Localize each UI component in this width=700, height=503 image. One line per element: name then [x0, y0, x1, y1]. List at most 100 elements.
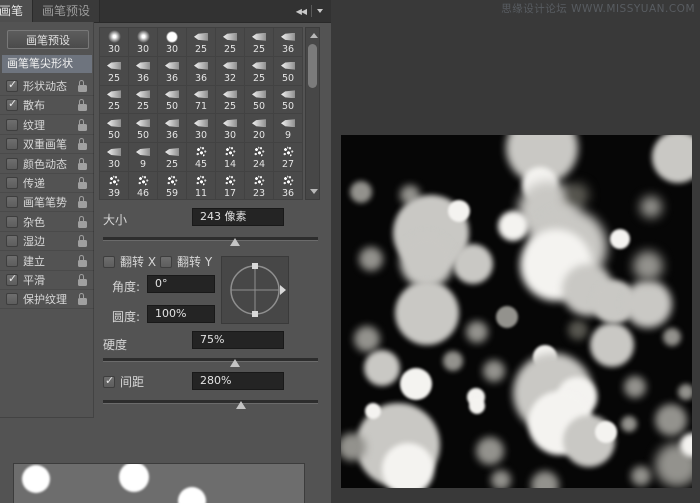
collapse-panel-icon[interactable]: ◀◀	[296, 7, 307, 16]
sidebar-item[interactable]: 湿边	[0, 232, 94, 252]
brush-presets-button[interactable]: 画笔预设	[7, 30, 89, 49]
sidebar-item[interactable]: 纹理	[0, 116, 94, 135]
spacing-slider[interactable]	[103, 397, 318, 409]
brush-tip-cell[interactable]: 25	[158, 143, 187, 172]
brush-tip-cell[interactable]: 36	[274, 28, 302, 57]
brush-tip-cell[interactable]: 14	[216, 143, 245, 172]
sidebar-item[interactable]: 传递	[0, 174, 94, 193]
brush-grid-scrollbar[interactable]	[305, 27, 320, 200]
sidebar-item[interactable]: 形状动态	[0, 77, 94, 96]
item-checkbox[interactable]	[6, 157, 18, 170]
spacing-checkbox[interactable]	[103, 374, 115, 388]
brush-tip-cell[interactable]: 50	[158, 85, 187, 115]
brush-tip-cell[interactable]: 36	[158, 56, 187, 86]
brush-tip-cell[interactable]: 50	[129, 114, 158, 144]
item-checkbox[interactable]	[6, 138, 18, 151]
spacing-slider-thumb[interactable]	[236, 401, 247, 409]
hardness-slider-thumb[interactable]	[230, 359, 241, 367]
brush-tip-cell[interactable]: 30	[216, 114, 245, 144]
hardness-value-field[interactable]: 75%	[192, 331, 284, 349]
hardness-slider[interactable]	[103, 355, 318, 367]
brush-tip-cell[interactable]: 25	[216, 28, 245, 57]
item-checkbox[interactable]	[6, 196, 18, 209]
flip-y-checkbox[interactable]	[160, 255, 172, 268]
lock-icon[interactable]	[78, 254, 87, 267]
brush-tip-cell[interactable]: 39	[100, 172, 129, 199]
sidebar-item-brush-tip-shape[interactable]: 画笔笔尖形状	[2, 55, 92, 73]
brush-tip-cell[interactable]: 46	[129, 172, 158, 199]
angle-value-field[interactable]: 0°	[147, 275, 215, 293]
brush-tip-cell[interactable]: 71	[187, 85, 216, 115]
item-checkbox[interactable]	[6, 78, 18, 92]
brush-tip-cell[interactable]: 23	[245, 172, 274, 199]
brush-tip-cell[interactable]: 30	[100, 28, 129, 57]
lock-icon[interactable]	[78, 215, 87, 228]
sidebar-item[interactable]: 颜色动态	[0, 155, 94, 174]
brush-tip-cell[interactable]: 25	[245, 56, 274, 86]
roundness-value-field[interactable]: 100%	[147, 305, 215, 323]
panel-menu-icon[interactable]	[317, 9, 325, 13]
size-slider[interactable]	[103, 234, 318, 246]
angle-roundness-dial[interactable]	[221, 256, 289, 324]
size-slider-thumb[interactable]	[230, 238, 241, 246]
brush-tip-cell[interactable]: 59	[158, 172, 187, 199]
brush-tip-cell[interactable]: 27	[274, 143, 302, 172]
lock-icon[interactable]	[78, 157, 87, 170]
brush-tip-cell[interactable]: 9	[274, 114, 302, 144]
item-checkbox[interactable]	[6, 272, 18, 286]
brush-tip-cell[interactable]: 17	[216, 172, 245, 199]
brush-tip-cell[interactable]: 25	[216, 85, 245, 115]
brush-tip-cell[interactable]: 45	[187, 143, 216, 172]
brush-tip-cell[interactable]: 25	[100, 56, 129, 86]
brush-tip-cell[interactable]: 36	[187, 56, 216, 86]
brush-tip-cell[interactable]: 20	[245, 114, 274, 144]
brush-tip-cell[interactable]: 25	[187, 28, 216, 57]
tab-brush-presets[interactable]: 画笔预设	[33, 0, 101, 22]
sidebar-item[interactable]: 散布	[0, 96, 94, 116]
sidebar-item[interactable]: 双重画笔	[0, 135, 94, 155]
lock-icon[interactable]	[78, 235, 87, 248]
brush-tip-cell[interactable]: 11	[187, 172, 216, 199]
brush-tip-cell[interactable]: 25	[129, 85, 158, 115]
brush-tip-cell[interactable]: 36	[274, 172, 302, 199]
item-checkbox[interactable]	[6, 235, 18, 248]
lock-icon[interactable]	[78, 293, 87, 306]
item-checkbox[interactable]	[6, 118, 18, 131]
brush-tip-cell[interactable]: 50	[274, 57, 302, 86]
lock-icon[interactable]	[78, 118, 87, 131]
sidebar-item[interactable]: 保护纹理	[0, 290, 94, 310]
item-checkbox[interactable]	[6, 177, 18, 189]
brush-tip-cell[interactable]: 24	[245, 143, 274, 172]
brush-tip-cell[interactable]: 50	[100, 114, 129, 144]
brush-tip-cell[interactable]: 25	[245, 28, 274, 57]
brush-tip-cell[interactable]: 50	[274, 86, 302, 115]
lock-icon[interactable]	[78, 138, 87, 151]
size-value-field[interactable]: 243 像素	[192, 208, 284, 226]
tab-brush[interactable]: 画笔	[0, 0, 34, 22]
brush-tip-cell[interactable]: 25	[100, 85, 129, 115]
lock-icon[interactable]	[78, 80, 87, 92]
brush-tip-cell[interactable]: 36	[158, 114, 187, 144]
sidebar-item[interactable]: 平滑	[0, 271, 94, 290]
brush-tip-cell[interactable]: 50	[245, 85, 274, 115]
lock-icon[interactable]	[78, 177, 87, 189]
item-checkbox[interactable]	[6, 293, 18, 306]
item-checkbox[interactable]	[6, 254, 18, 267]
brush-tip-cell[interactable]: 32	[216, 56, 245, 86]
brush-tip-cell[interactable]: 30	[187, 114, 216, 144]
item-checkbox[interactable]	[6, 97, 18, 112]
sidebar-item[interactable]: 杂色	[0, 213, 94, 232]
scroll-up-icon[interactable]	[309, 33, 318, 38]
spacing-value-field[interactable]: 280%	[192, 372, 284, 390]
brush-tip-cell[interactable]: 30	[158, 28, 187, 57]
item-checkbox[interactable]	[6, 215, 18, 228]
scroll-down-icon[interactable]	[309, 189, 318, 194]
lock-icon[interactable]	[78, 99, 87, 112]
sidebar-item[interactable]: 画笔笔势	[0, 193, 94, 213]
scrollbar-thumb[interactable]	[308, 44, 317, 88]
brush-tip-cell[interactable]: 9	[129, 143, 158, 172]
brush-tip-cell[interactable]: 30	[100, 143, 129, 172]
flip-x-checkbox[interactable]	[103, 255, 115, 268]
sidebar-item[interactable]: 建立	[0, 252, 94, 271]
lock-icon[interactable]	[78, 274, 87, 286]
